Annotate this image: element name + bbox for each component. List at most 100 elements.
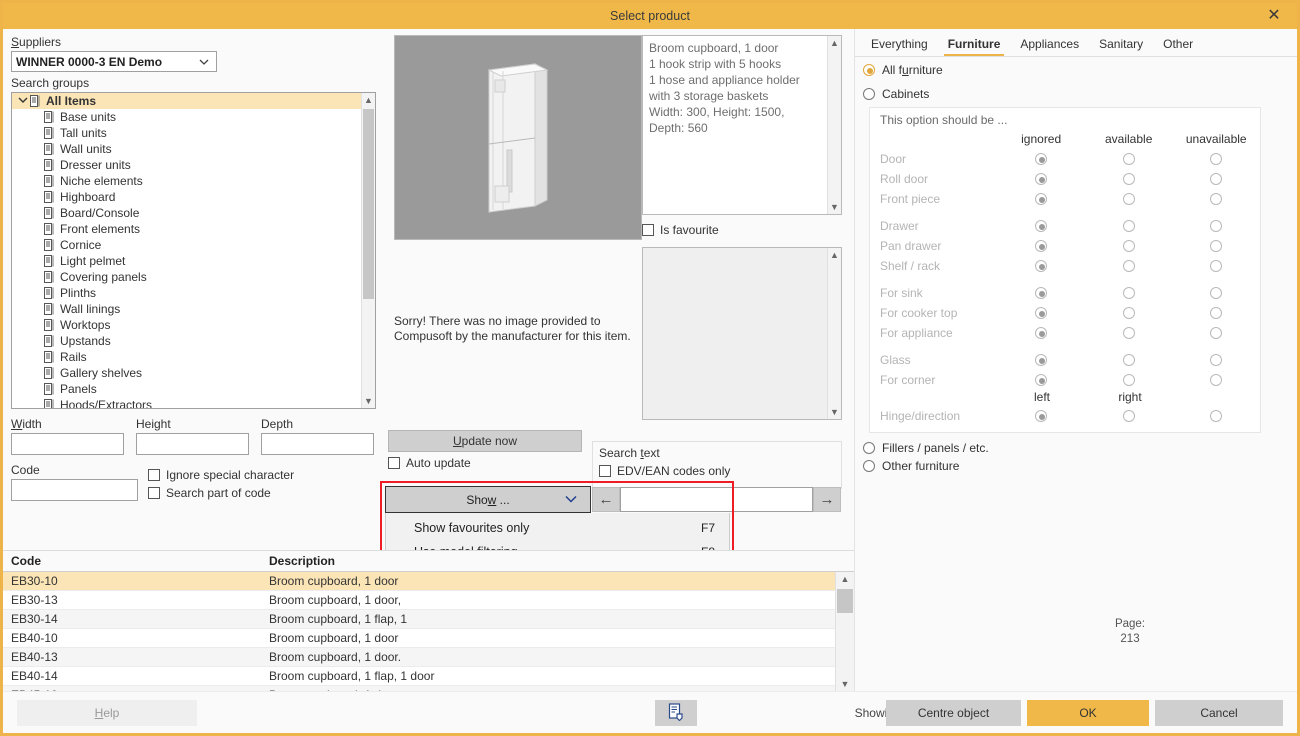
option-ignored-radio[interactable] — [1035, 374, 1047, 386]
close-icon[interactable]: ✕ — [1265, 7, 1283, 25]
width-input[interactable] — [11, 433, 124, 455]
table-row[interactable]: EB40-14Broom cupboard, 1 flap, 1 door — [3, 667, 835, 686]
option-available-radio[interactable] — [1123, 260, 1135, 272]
menu-item[interactable]: Show favourites onlyF7 — [386, 516, 729, 540]
tree-item[interactable]: Panels — [12, 381, 361, 397]
tab-sanitary[interactable]: Sanitary — [1089, 37, 1153, 56]
scroll-up-icon[interactable]: ▲ — [828, 248, 841, 262]
cabinets-radio[interactable] — [863, 88, 875, 100]
option-available-radio[interactable] — [1123, 307, 1135, 319]
table-row[interactable]: EB40-13Broom cupboard, 1 door. — [3, 648, 835, 667]
option-unavailable-radio[interactable] — [1210, 327, 1222, 339]
is-favourite-checkbox[interactable] — [642, 224, 654, 236]
option-row-hinge-direction[interactable]: Hinge/direction — [870, 406, 1260, 426]
code-input[interactable] — [11, 479, 138, 501]
other-furniture-row[interactable]: Other furniture — [855, 455, 1297, 473]
product-preview-3d[interactable] — [394, 35, 642, 240]
option-ignored-radio[interactable] — [1035, 240, 1047, 252]
height-input[interactable] — [136, 433, 249, 455]
tree-item[interactable]: Light pelmet — [12, 253, 361, 269]
option-row[interactable]: Shelf / rack — [870, 256, 1260, 276]
option-unavailable-radio[interactable] — [1210, 240, 1222, 252]
option-ignored-radio[interactable] — [1035, 153, 1047, 165]
option-row[interactable]: Drawer — [870, 216, 1260, 236]
option-unavailable-radio[interactable] — [1210, 260, 1222, 272]
tree-item[interactable]: Hoods/Extractors — [12, 397, 361, 408]
option-ignored-radio[interactable] — [1035, 327, 1047, 339]
tab-appliances[interactable]: Appliances — [1010, 37, 1089, 56]
option-unavailable-radio[interactable] — [1210, 354, 1222, 366]
supplier-dropdown[interactable]: WINNER 0000-3 EN Demo — [11, 51, 217, 72]
ignore-special-character-row[interactable]: Ignore special character — [148, 466, 294, 484]
option-available-radio[interactable] — [1123, 354, 1135, 366]
option-ignored-radio[interactable] — [1035, 307, 1047, 319]
option-row[interactable]: For sink — [870, 283, 1260, 303]
option-row[interactable]: Pan drawer — [870, 236, 1260, 256]
option-available-radio[interactable] — [1123, 240, 1135, 252]
search-groups-tree[interactable]: All Items Base unitsTall unitsWall units… — [11, 92, 376, 409]
option-ignored-radio[interactable] — [1035, 260, 1047, 272]
option-row[interactable]: Glass — [870, 350, 1260, 370]
search-input[interactable] — [620, 487, 813, 512]
option-unavailable-radio[interactable] — [1210, 307, 1222, 319]
other-furniture-radio[interactable] — [863, 460, 875, 472]
cabinets-row[interactable]: Cabinets — [855, 77, 1297, 101]
tree-item[interactable]: Wall units — [12, 141, 361, 157]
cancel-button[interactable]: Cancel — [1155, 700, 1283, 726]
option-available-radio[interactable] — [1123, 327, 1135, 339]
hinge-ignored-radio[interactable] — [1035, 410, 1047, 422]
tab-other[interactable]: Other — [1153, 37, 1203, 56]
scroll-down-icon[interactable]: ▼ — [828, 200, 841, 214]
scroll-down-icon[interactable]: ▼ — [836, 677, 854, 691]
centre-object-button[interactable]: Centre object — [886, 700, 1021, 726]
tree-item[interactable]: Rails — [12, 349, 361, 365]
option-unavailable-radio[interactable] — [1210, 173, 1222, 185]
option-unavailable-radio[interactable] — [1210, 287, 1222, 299]
tree-item[interactable]: Worktops — [12, 317, 361, 333]
hinge-right-radio[interactable] — [1210, 410, 1222, 422]
table-row[interactable]: EB30-14Broom cupboard, 1 flap, 1 — [3, 610, 835, 629]
depth-input[interactable] — [261, 433, 374, 455]
option-row[interactable]: Door — [870, 149, 1260, 169]
option-row[interactable]: Roll door — [870, 169, 1260, 189]
all-furniture-radio[interactable] — [863, 64, 875, 76]
auto-update-row[interactable]: Auto update — [388, 456, 471, 470]
product-results-table[interactable]: Code Description EB30-10Broom cupboard, … — [3, 550, 854, 691]
scroll-up-icon[interactable]: ▲ — [836, 572, 854, 586]
option-available-radio[interactable] — [1123, 153, 1135, 165]
chevron-down-icon[interactable] — [18, 95, 30, 108]
table-row[interactable]: EB40-10Broom cupboard, 1 door — [3, 629, 835, 648]
scroll-down-icon[interactable]: ▼ — [362, 394, 375, 408]
option-unavailable-radio[interactable] — [1210, 153, 1222, 165]
is-favourite-row[interactable]: Is favourite — [642, 223, 719, 237]
tree-item[interactable]: Plinths — [12, 285, 361, 301]
table-row[interactable]: EB30-10Broom cupboard, 1 door — [3, 572, 835, 591]
option-ignored-radio[interactable] — [1035, 220, 1047, 232]
table-row[interactable]: EB30-13Broom cupboard, 1 door, — [3, 591, 835, 610]
update-now-button[interactable]: Update now — [388, 430, 582, 452]
option-row[interactable]: For corner — [870, 370, 1260, 390]
ignore-special-character-checkbox[interactable] — [148, 469, 160, 481]
tree-item[interactable]: Wall linings — [12, 301, 361, 317]
tree-item[interactable]: Dresser units — [12, 157, 361, 173]
tree-root-item[interactable]: All Items — [12, 93, 361, 109]
tree-item[interactable]: Tall units — [12, 125, 361, 141]
edv-ean-checkbox[interactable] — [599, 465, 611, 477]
tree-item[interactable]: Gallery shelves — [12, 365, 361, 381]
tree-item[interactable]: Cornice — [12, 237, 361, 253]
option-unavailable-radio[interactable] — [1210, 374, 1222, 386]
search-previous-button[interactable]: ← — [592, 487, 620, 512]
fillers-row[interactable]: Fillers / panels / etc. — [855, 433, 1297, 455]
option-unavailable-radio[interactable] — [1210, 220, 1222, 232]
option-available-radio[interactable] — [1123, 287, 1135, 299]
report-button[interactable] — [655, 700, 697, 726]
auto-update-checkbox[interactable] — [388, 457, 400, 469]
scroll-thumb[interactable] — [837, 589, 853, 613]
help-button[interactable]: Help — [17, 700, 197, 726]
description-scrollbar[interactable]: ▲ ▼ — [827, 36, 841, 214]
tree-item[interactable]: Highboard — [12, 189, 361, 205]
option-available-radio[interactable] — [1123, 173, 1135, 185]
all-furniture-row[interactable]: All furniture — [855, 57, 1297, 77]
option-available-radio[interactable] — [1123, 193, 1135, 205]
show-dropdown-button[interactable]: Show ... — [385, 486, 591, 513]
